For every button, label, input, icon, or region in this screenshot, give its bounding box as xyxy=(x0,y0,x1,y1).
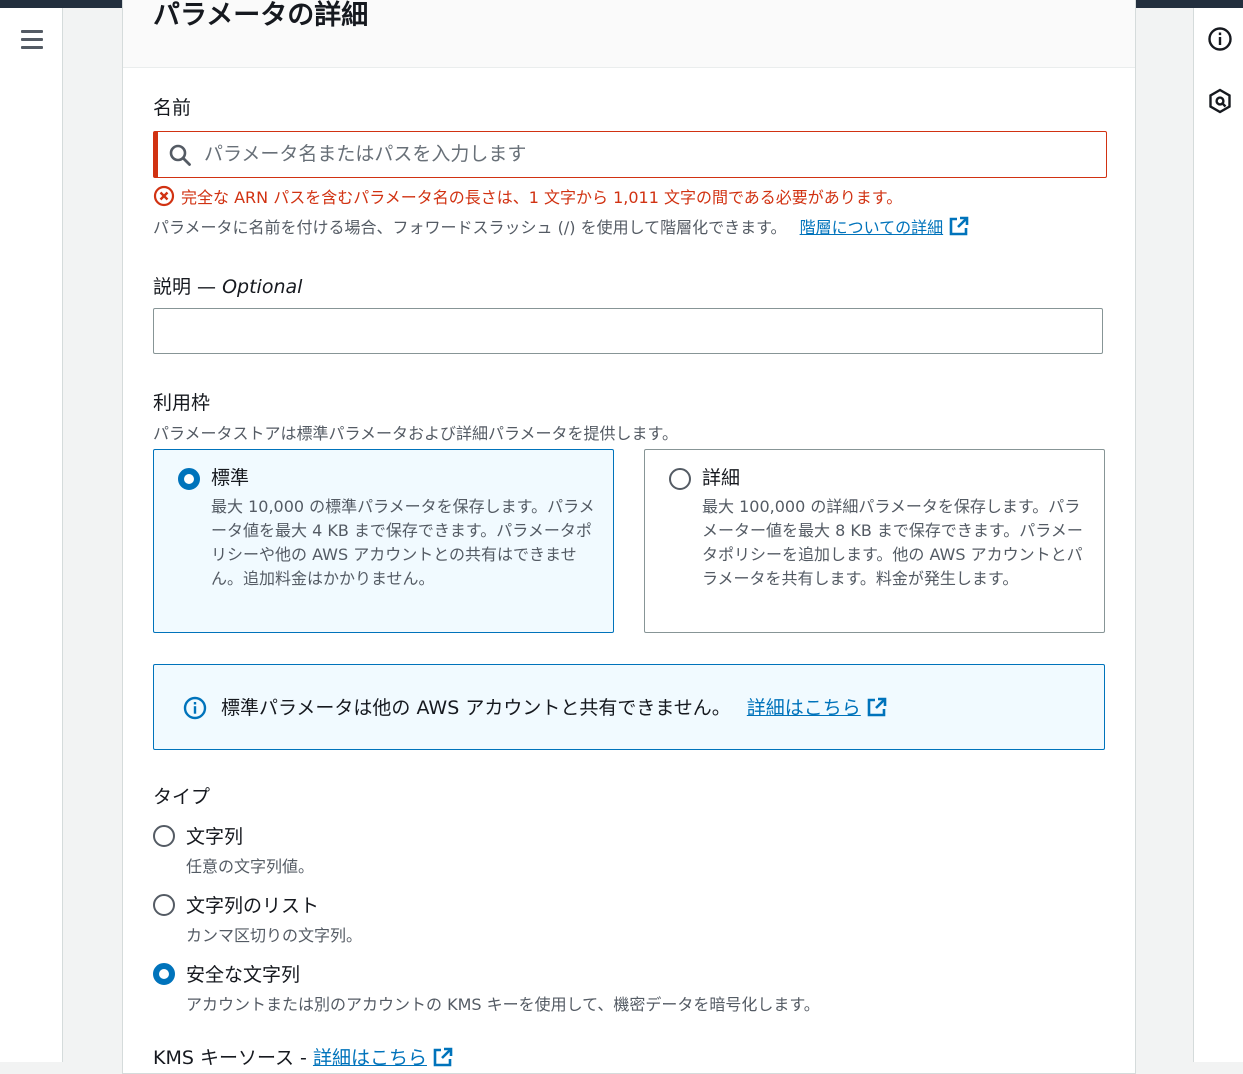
kms-link-text[interactable]: 詳細はこちら xyxy=(313,1047,427,1069)
type-option-description: 任意の文字列値。 xyxy=(186,857,315,876)
type-option-description: アカウントまたは別のアカウントの KMS キーを使用して、機密データを暗号化しま… xyxy=(186,995,820,1014)
tier-hint: パラメータストアは標準パラメータおよび詳細パラメータを提供します。 xyxy=(153,424,678,443)
info-alert-message: 標準パラメータは他の AWS アカウントと共有できません。 詳細はこちら xyxy=(221,693,887,720)
name-input[interactable] xyxy=(202,138,1086,170)
tier-radio-advanced[interactable] xyxy=(669,468,691,490)
info-alert: 標準パラメータは他の AWS アカウントと共有できません。 詳細はこちら xyxy=(153,664,1105,750)
kms-learn-more-link[interactable]: 詳細はこちら xyxy=(313,1047,453,1069)
external-link-icon xyxy=(867,697,887,717)
type-label: タイプ xyxy=(153,786,211,808)
info-icon xyxy=(183,696,207,720)
kms-label-text: KMS キーソース - xyxy=(153,1047,307,1069)
learn-more-link[interactable]: 詳細はこちら xyxy=(747,697,887,719)
error-icon xyxy=(153,185,175,207)
error-text: 完全な ARN パスを含むパラメータ名の長さは、1 文字から 1,011 文字の… xyxy=(181,188,903,207)
type-radio-secure-string[interactable] xyxy=(153,963,175,985)
description-label: 説明 — Optional xyxy=(153,272,302,299)
type-radio-string[interactable] xyxy=(153,825,175,847)
help-tools-rail xyxy=(1193,8,1243,1062)
parameter-details-panel: パラメータの詳細 名前 完全な ARN パスを含むパラメータ名の長さは、1 文字… xyxy=(122,0,1136,1074)
type-option-title: 安全な文字列 xyxy=(186,964,301,986)
tier-option-description: 最大 10,000 の標準パラメータを保存します。パラメータ値を最大 4 KB … xyxy=(211,497,595,588)
menu-icon[interactable] xyxy=(21,30,43,50)
name-search-field[interactable] xyxy=(153,131,1107,178)
panel-title: パラメータの詳細 xyxy=(153,0,369,31)
external-link-icon xyxy=(949,216,969,236)
tier-option-advanced[interactable]: 詳細 最大 100,000 の詳細パラメータを保存します。パラメーター値を最大 … xyxy=(644,449,1105,633)
type-option-title: 文字列のリスト xyxy=(186,895,320,917)
tier-option-title: 標準 xyxy=(211,467,250,489)
tier-radio-standard[interactable] xyxy=(178,468,200,490)
hierarchy-details-link-text[interactable]: 階層についての詳細 xyxy=(800,218,944,237)
description-label-text: 説明 — xyxy=(153,276,217,298)
name-error-message: 完全な ARN パスを含むパラメータ名の長さは、1 文字から 1,011 文字の… xyxy=(153,184,902,208)
type-option-title: 文字列 xyxy=(186,826,244,848)
external-link-icon xyxy=(433,1047,453,1067)
info-alert-text: 標準パラメータは他の AWS アカウントと共有できません。 xyxy=(221,697,731,719)
name-hint-text: パラメータに名前を付ける場合、フォワードスラッシュ (/) を使用して階層化でき… xyxy=(153,218,787,237)
search-icon xyxy=(169,144,191,166)
optional-tag: Optional xyxy=(222,276,303,298)
type-radio-string-list[interactable] xyxy=(153,894,175,916)
info-icon[interactable] xyxy=(1207,26,1233,52)
side-navigation-rail xyxy=(0,8,63,1062)
security-hexagon-icon[interactable] xyxy=(1207,88,1233,114)
tier-option-standard[interactable]: 標準 最大 10,000 の標準パラメータを保存します。パラメータ値を最大 4 … xyxy=(153,449,614,633)
tier-label: 利用枠 xyxy=(153,392,211,414)
learn-more-link-text[interactable]: 詳細はこちら xyxy=(747,697,861,719)
panel-header: パラメータの詳細 xyxy=(123,0,1135,68)
description-input[interactable] xyxy=(153,308,1103,354)
tier-option-title: 詳細 xyxy=(702,467,741,489)
hierarchy-details-link[interactable]: 階層についての詳細 xyxy=(800,216,970,237)
kms-key-source-label: KMS キーソース - 詳細はこちら xyxy=(153,1043,453,1070)
tier-option-description: 最大 100,000 の詳細パラメータを保存します。パラメーター値を最大 8 K… xyxy=(702,497,1083,588)
type-option-description: カンマ区切りの文字列。 xyxy=(186,926,363,945)
name-hint: パラメータに名前を付ける場合、フォワードスラッシュ (/) を使用して階層化でき… xyxy=(153,214,969,238)
name-label: 名前 xyxy=(153,97,192,119)
